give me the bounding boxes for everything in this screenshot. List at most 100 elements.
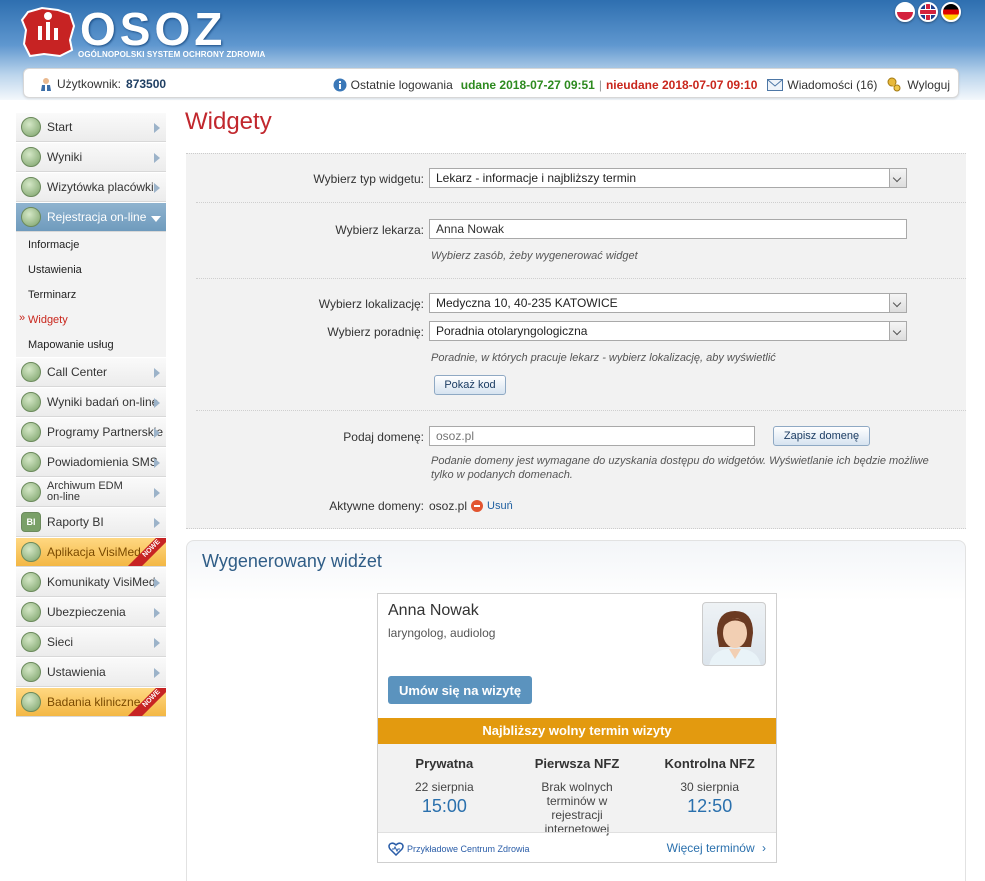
widget-doctor-name: Anna Nowak xyxy=(388,602,479,619)
logo-subtitle: OGÓLNOPOLSKI SYSTEM OCHRONY ZDROWIA xyxy=(78,50,266,59)
slot-date: 22 sierpnia xyxy=(414,780,474,794)
generated-widget-panel: Wygenerowany widżet Anna Nowak laryngolo… xyxy=(186,540,966,881)
sidebar-item-ustawienia[interactable]: Ustawienia xyxy=(16,657,166,687)
heart-icon xyxy=(388,842,404,856)
messages-link[interactable]: Wiadomości (16) xyxy=(787,78,877,92)
polish-flag-icon[interactable] xyxy=(895,2,915,22)
page-title: Widgety xyxy=(185,108,272,135)
chevron-right-icon xyxy=(154,428,160,438)
user-icon xyxy=(41,78,51,91)
slot-time: 15:00 xyxy=(421,796,467,816)
logout-link[interactable]: Wyloguj xyxy=(907,78,950,92)
sidebar-item-label: Badania kliniczne xyxy=(47,694,141,709)
sidebar-item-archiwum[interactable]: Archiwum EDM on-line xyxy=(16,477,166,507)
divider xyxy=(196,278,966,279)
bi-icon: BI xyxy=(21,512,41,532)
chevron-right-icon xyxy=(154,458,160,468)
clinic-brand: Przykładowe Centrum Zdrowia xyxy=(388,842,530,856)
more-slots-link[interactable]: Więcej terminów › xyxy=(667,841,766,855)
widget-type-select[interactable]: Lekarz - informacje i najbliższy termin xyxy=(429,168,907,188)
sidebar-item-badania-kliniczne[interactable]: Badania kliniczne NOWE xyxy=(16,687,166,717)
gears-icon xyxy=(21,662,41,682)
slot-date: 30 sierpnia xyxy=(680,780,740,794)
english-flag-icon[interactable] xyxy=(918,2,938,22)
sidebar-item-programy[interactable]: Programy Partnerskie xyxy=(16,417,166,447)
monitor-icon xyxy=(21,117,41,137)
envelope-icon xyxy=(767,79,784,91)
subnav-item-ustawienia[interactable]: Ustawienia xyxy=(16,257,166,282)
sidebar-item-raporty-bi[interactable]: BI Raporty BI xyxy=(16,507,166,537)
osoz-logo[interactable]: OSOZ OGÓLNOPOLSKI SYSTEM OCHRONY ZDROWIA xyxy=(20,3,270,64)
subnav-item-mapowanie[interactable]: Mapowanie usług xyxy=(16,332,166,357)
location-select[interactable]: Medyczna 10, 40-235 KATOWICE xyxy=(429,293,907,313)
sidebar-item-wizytowka[interactable]: Wizytówka placówki xyxy=(16,172,166,202)
clinic-hint: Poradnie, w których pracuje lekarz - wyb… xyxy=(431,352,776,364)
remove-icon[interactable] xyxy=(471,500,484,512)
keys-icon xyxy=(887,77,901,92)
doctor-label: Wybierz lekarza: xyxy=(335,223,424,237)
flask-icon xyxy=(21,392,41,412)
book-appointment-button[interactable]: Umów się na wizytę xyxy=(388,676,532,704)
sidebar-item-wyniki-badan[interactable]: Wyniki badań on-line xyxy=(16,387,166,417)
save-domain-button[interactable]: Zapisz domenę xyxy=(773,426,870,446)
slot-first-nfz: Pierwsza NFZ Brak wolnych terminów w rej… xyxy=(511,744,644,836)
remove-domain-link[interactable]: Usuń xyxy=(487,500,513,512)
more-slots-label: Więcej terminów xyxy=(666,841,755,855)
german-flag-icon[interactable] xyxy=(941,2,961,22)
clinic-select[interactable]: Poradnia otolaryngologiczna xyxy=(429,321,907,341)
slot-private[interactable]: Prywatna 22 sierpnia 15:00 xyxy=(378,744,511,832)
chevron-down-icon xyxy=(151,216,161,222)
chevron-down-icon[interactable] xyxy=(889,294,906,312)
widget-footer: Przykładowe Centrum Zdrowia Więcej termi… xyxy=(378,832,776,862)
calendar-icon xyxy=(21,207,41,227)
sidebar-item-label: Wyniki xyxy=(47,149,83,164)
pill-icon xyxy=(21,692,41,712)
sidebar-item-sms[interactable]: Powiadomienia SMS xyxy=(16,447,166,477)
chevron-right-icon: › xyxy=(762,841,766,855)
widget-type-value: Lekarz - informacje i najbliższy termin xyxy=(436,171,637,185)
sidebar-item-call-center[interactable]: Call Center xyxy=(16,357,166,387)
language-switcher xyxy=(895,2,961,22)
chevron-right-icon xyxy=(154,668,160,678)
subnav-item-terminarz[interactable]: Terminarz xyxy=(16,282,166,307)
doctor-input[interactable]: Anna Nowak xyxy=(429,219,907,239)
sidebar-item-sieci[interactable]: Sieci xyxy=(16,627,166,657)
domain-input[interactable] xyxy=(429,426,755,446)
archive-icon xyxy=(21,482,41,502)
poland-map-logo-icon xyxy=(20,6,76,58)
widget-type-label: Wybierz typ widgetu: xyxy=(313,172,424,186)
divider xyxy=(196,410,966,411)
chevron-right-icon xyxy=(154,398,160,408)
show-code-button[interactable]: Pokaż kod xyxy=(434,375,506,395)
logo-wordmark: OSOZ xyxy=(80,3,227,55)
chevron-right-icon xyxy=(154,518,160,528)
sidebar-item-komunikaty[interactable]: Komunikaty VisiMed xyxy=(16,567,166,597)
chart-icon xyxy=(21,147,41,167)
sidebar-nav: Start Wyniki Wizytówka placówki Rejestra… xyxy=(16,112,166,717)
next-slot-banner: Najbliższy wolny termin wizyty xyxy=(378,718,776,744)
chevron-down-icon[interactable] xyxy=(889,322,906,340)
chevron-right-icon xyxy=(154,153,160,163)
last-failed-login: nieudane 2018-07-07 09:10 xyxy=(605,78,758,92)
sidebar-item-rejestracja[interactable]: Rejestracja on-line xyxy=(16,202,166,232)
subnav-item-informacje[interactable]: Informacje xyxy=(16,232,166,257)
sidebar-item-ubezpieczenia[interactable]: Ubezpieczenia xyxy=(16,597,166,627)
clinic-value: Poradnia otolaryngologiczna xyxy=(436,324,588,338)
app-icon xyxy=(21,542,41,562)
slot-control-nfz[interactable]: Kontrolna NFZ 30 sierpnia 12:50 xyxy=(643,744,776,832)
sidebar-item-start[interactable]: Start xyxy=(16,112,166,142)
sidebar-item-label: Rejestracja on-line xyxy=(47,209,147,224)
sidebar-item-label: Aplikacja VisiMed xyxy=(47,544,141,559)
chevron-right-icon xyxy=(154,578,160,588)
subnav-item-widgety[interactable]: Widgety xyxy=(16,307,166,332)
domain-label: Podaj domenę: xyxy=(343,430,424,444)
last-success-login: udane 2018-07-27 09:51 xyxy=(460,78,595,92)
handshake-icon xyxy=(21,422,41,442)
globe-icon xyxy=(21,177,41,197)
slot-title: Kontrolna NFZ xyxy=(664,756,755,771)
slot-unavailable-note: Brak wolnych terminów w rejestracji inte… xyxy=(541,780,613,836)
sidebar-item-wyniki[interactable]: Wyniki xyxy=(16,142,166,172)
sms-icon xyxy=(21,452,41,472)
sidebar-item-aplikacja-visimed[interactable]: Aplikacja VisiMed NOWE xyxy=(16,537,166,567)
chevron-down-icon[interactable] xyxy=(889,169,906,187)
